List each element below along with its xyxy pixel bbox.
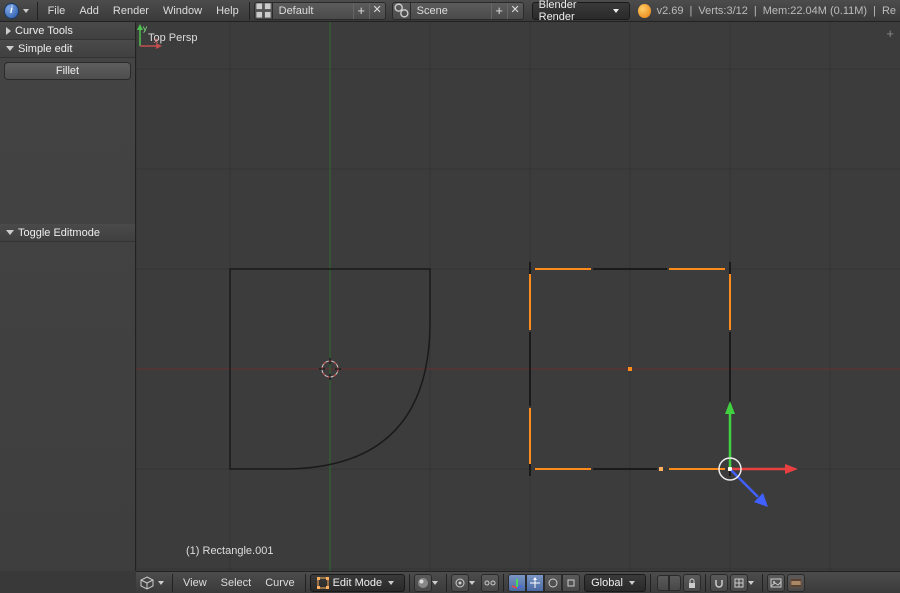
stats-rest: Re — [882, 5, 896, 17]
layout-select[interactable]: Default + ✕ — [254, 2, 386, 20]
manipulator-toggle[interactable] — [508, 574, 526, 592]
divider — [503, 574, 504, 592]
layout-browse-icon[interactable] — [255, 2, 273, 20]
divider: | — [689, 5, 692, 17]
divider: | — [754, 5, 757, 17]
viewmenu-select[interactable]: Select — [215, 577, 258, 589]
menu-window[interactable]: Window — [157, 5, 208, 17]
panel-curve-tools-label: Curve Tools — [15, 25, 73, 37]
chevron-down-icon[interactable] — [432, 581, 438, 585]
viewport-canvas — [136, 22, 900, 571]
layer-2[interactable] — [669, 575, 681, 591]
main-row: Curve Tools Simple edit Fillet Toggle Ed… — [0, 22, 900, 571]
3d-viewport[interactable]: Top Persp (1) Rectangle.001 + y x — [136, 22, 900, 571]
editor-type-dropdown-icon[interactable] — [23, 9, 29, 13]
render-engine-label: Blender Render — [539, 0, 607, 23]
divider: | — [873, 5, 876, 17]
scene-delete-button[interactable]: ✕ — [507, 3, 523, 19]
chevron-down-icon[interactable] — [469, 581, 475, 585]
divider — [305, 574, 306, 592]
layer-1[interactable] — [657, 575, 669, 591]
snap-type[interactable] — [730, 574, 748, 592]
svg-text:x: x — [154, 36, 158, 45]
panel-curve-tools-header[interactable]: Curve Tools — [0, 22, 135, 40]
render-engine-select[interactable]: Blender Render — [532, 2, 630, 20]
divider — [172, 574, 173, 592]
stats-verts: Verts:3/12 — [698, 5, 748, 17]
chevron-down-icon[interactable] — [158, 581, 164, 585]
disclosure-right-icon — [6, 27, 11, 35]
manipulator-scale[interactable] — [562, 574, 580, 592]
disclosure-down-icon — [6, 230, 14, 235]
divider — [37, 2, 38, 20]
version-text: v2.69 — [657, 5, 684, 17]
info-icon[interactable]: i — [4, 3, 19, 19]
panel-toggle-editmode-header[interactable]: Toggle Editmode — [0, 224, 135, 242]
chevron-down-icon — [388, 581, 394, 585]
chevron-down-icon — [613, 9, 619, 13]
layout-name[interactable]: Default — [273, 5, 353, 17]
divider — [762, 574, 763, 592]
scene-name[interactable]: Scene — [411, 5, 491, 17]
axis-mini-icon: y x — [136, 22, 164, 50]
viewmenu-curve[interactable]: Curve — [259, 577, 300, 589]
manipulator-rotate[interactable] — [544, 574, 562, 592]
panel-simple-edit-body: Fillet — [0, 58, 135, 84]
panel-simple-edit-label: Simple edit — [18, 43, 72, 55]
layout-add-button[interactable]: + — [353, 3, 369, 19]
menu-render[interactable]: Render — [107, 5, 155, 17]
manipulator-group — [508, 574, 580, 592]
disclosure-down-icon — [6, 46, 14, 51]
stats-memory: Mem:22.04M (0.11M) — [763, 5, 867, 17]
tool-panel: Curve Tools Simple edit Fillet Toggle Ed… — [0, 22, 136, 571]
menu-add[interactable]: Add — [73, 5, 105, 17]
scene-select[interactable]: Scene + ✕ — [392, 2, 524, 20]
divider — [249, 2, 250, 20]
mode-select[interactable]: Edit Mode — [310, 574, 406, 592]
snap-toggle[interactable] — [710, 574, 728, 592]
panel-simple-edit-header[interactable]: Simple edit — [0, 40, 135, 58]
svg-text:y: y — [143, 24, 147, 33]
editmode-icon — [317, 577, 329, 589]
render-anim-icon[interactable] — [787, 574, 805, 592]
blender-logo-icon — [638, 4, 651, 18]
layer-buttons[interactable] — [657, 575, 681, 591]
shading-select[interactable] — [414, 574, 432, 592]
layout-delete-button[interactable]: ✕ — [369, 3, 385, 19]
divider — [705, 574, 706, 592]
scene-add-button[interactable]: + — [491, 3, 507, 19]
layer-lock-icon[interactable] — [683, 574, 701, 592]
divider — [446, 574, 447, 592]
fillet-button[interactable]: Fillet — [4, 62, 131, 80]
panel-toggle-editmode-label: Toggle Editmode — [18, 227, 100, 239]
panel-spacer — [0, 84, 135, 224]
region-toggle-icon[interactable]: + — [886, 26, 894, 41]
scene-browse-icon[interactable] — [393, 2, 411, 20]
orientation-label: Global — [591, 577, 623, 589]
menu-file[interactable]: File — [42, 5, 72, 17]
pivot-select[interactable] — [451, 574, 469, 592]
orientation-select[interactable]: Global — [584, 574, 646, 592]
menu-help[interactable]: Help — [210, 5, 245, 17]
pivot-individual-toggle[interactable] — [481, 574, 499, 592]
divider — [650, 574, 651, 592]
divider — [409, 574, 410, 592]
chevron-down-icon[interactable] — [748, 581, 754, 585]
render-image-icon[interactable] — [767, 574, 785, 592]
3dview-header: View Select Curve Edit Mode — [136, 571, 900, 593]
viewport-object-label: (1) Rectangle.001 — [186, 545, 273, 557]
mode-label: Edit Mode — [333, 577, 383, 589]
info-header: i File Add Render Window Help Default + … — [0, 0, 900, 22]
viewmenu-view[interactable]: View — [177, 577, 213, 589]
chevron-down-icon — [629, 581, 635, 585]
editor-type-icon[interactable] — [140, 576, 154, 590]
manipulator-translate[interactable] — [526, 574, 544, 592]
